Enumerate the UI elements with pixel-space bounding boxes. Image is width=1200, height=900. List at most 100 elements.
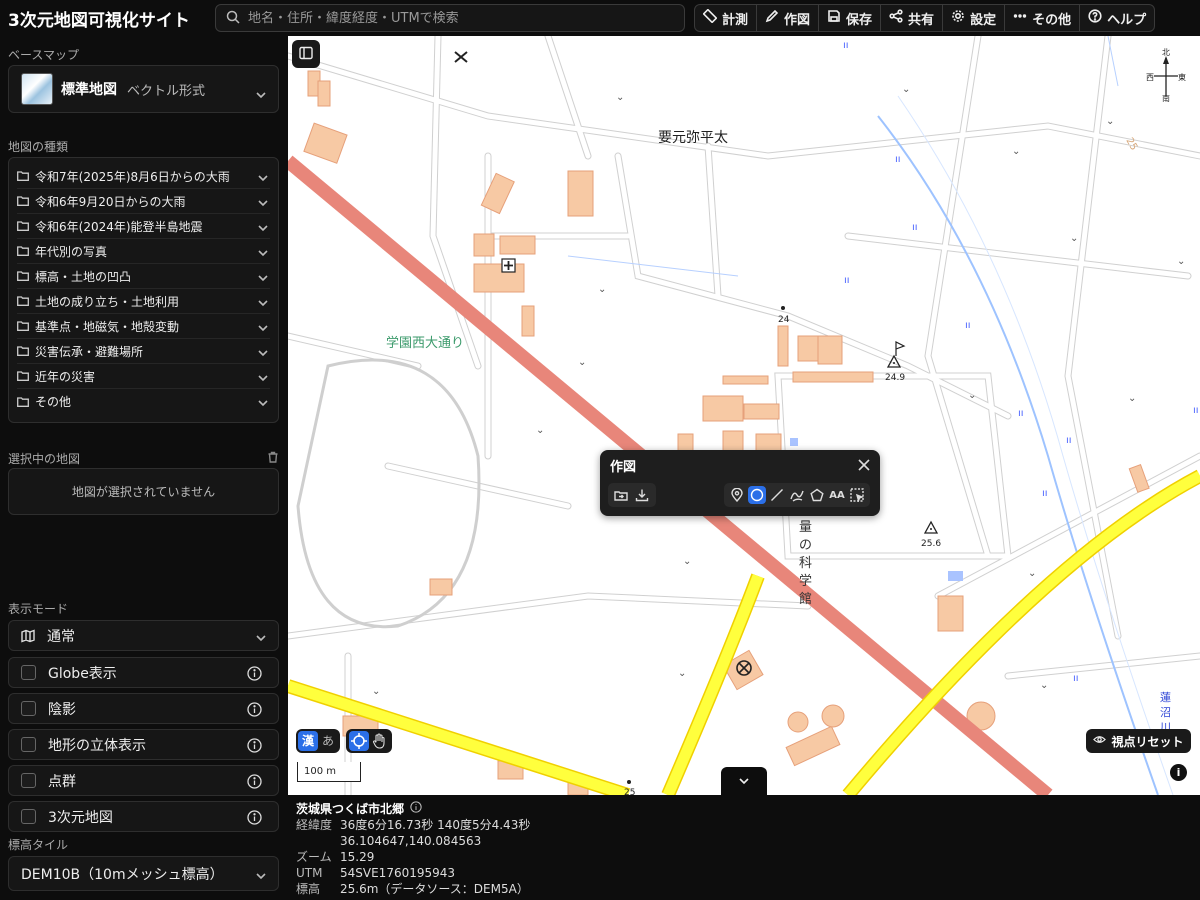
info-icon[interactable] [247,738,262,753]
map-type-item[interactable]: 令和7年(2025年)8月6日からの大雨 [17,164,270,189]
svg-text:ıı: ıı [895,154,901,165]
map-types-section-label: 地図の種類 [8,140,69,154]
pencil-icon [765,9,779,27]
info-icon[interactable] [410,801,422,816]
chevron-down-icon [258,272,268,282]
toolbar: 計測 作図 保存 共有 設定 その他 ヘルプ [694,4,1156,32]
top-bar: 3次元地図可視化サイト 計測 作図 保存 共有 [0,0,1200,36]
marker-icon[interactable] [728,486,746,504]
close-icon[interactable] [858,456,870,471]
info-icon[interactable] [247,666,262,681]
download-icon[interactable] [633,486,651,504]
map-type-item[interactable]: 土地の成り立ち・土地利用 [17,289,270,314]
svg-text:⌄: ⌄ [678,668,686,679]
polygon-icon[interactable] [808,486,826,504]
info-icon[interactable] [247,810,262,825]
compass-west: 西 [1146,73,1154,82]
measure-label: 計測 [722,12,749,28]
info-value[interactable]: 36度6分16.73秒 140度5分4.43秒 [340,817,530,833]
toggle-pointcloud[interactable]: 点群 [8,765,279,796]
reset-view-button[interactable]: 視点リセット [1086,729,1191,753]
map-type-label: 令和7年(2025年)8月6日からの大雨 [35,169,230,184]
help-button[interactable]: ヘルプ [1080,5,1154,31]
terrain-checkbox[interactable] [21,737,36,752]
sidebar-panel-icon [299,45,313,64]
more-button[interactable]: その他 [1005,5,1081,31]
svg-text:沼: 沼 [1160,705,1171,719]
svg-text:量: 量 [799,520,812,535]
map-type-item[interactable]: 近年の災害 [17,364,270,389]
info-key: 標高 [296,882,321,896]
kana-label-button[interactable]: あ [318,731,338,751]
svg-text:⌄: ⌄ [1177,256,1185,267]
toggle-hillshade[interactable]: 陰影 [8,693,279,724]
draw-button[interactable]: 作図 [757,5,820,31]
svg-text:ıı: ıı [844,275,850,286]
info-row-utm: UTM 54SVE1760195943 [296,865,1192,881]
map-type-item[interactable]: その他 [17,389,270,414]
compass-east: 東 [1178,72,1186,82]
circle-icon[interactable] [748,486,766,504]
search-box[interactable] [215,4,685,32]
hand-icon[interactable] [369,731,389,751]
info-value[interactable]: 36.104647,140.084563 [340,833,481,849]
toggle-globe[interactable]: Globe表示 [8,657,279,688]
chevron-down-icon [258,372,268,382]
toggle-3d-map[interactable]: 3次元地図 [8,801,279,832]
map-type-label: 近年の災害 [35,369,96,384]
import-icon[interactable] [612,486,630,504]
svg-text:科: 科 [799,556,812,571]
basemap-selector[interactable]: 標準地図 ベクトル形式 [8,65,279,113]
chevron-down-icon [258,222,268,232]
elevation-tile-value: DEM10B（10mメッシュ標高） [21,866,224,883]
map-type-item[interactable]: 災害伝承・避難場所 [17,339,270,364]
map-type-item[interactable]: 令和6年(2024年)能登半島地震 [17,214,270,239]
info-key [296,833,340,849]
gear-icon [951,9,965,27]
draw-panel: 作図 AA [600,450,880,516]
map-type-item[interactable]: 令和6年9月20日からの大雨 [17,189,270,214]
chevron-down-icon [258,322,268,332]
share-button[interactable]: 共有 [881,5,944,31]
map-type-item[interactable]: 基準点・地磁気・地殻変動 [17,314,270,339]
map-canvas[interactable]: ⌄ ⌄ ⌄ ⌄ ⌄ ⌄ ⌄ ⌄ ⌄ ⌄ ⌄ ⌄ ⌄ ⌄ ⌄ ⌄ ıı ıı ıı ıı ıı ıı ıı ıı… [288,36,1200,795]
info-icon[interactable] [247,702,262,717]
line-icon[interactable] [768,486,786,504]
kanji-label-button[interactable]: 漢 [298,731,318,751]
attribution-info-icon[interactable]: i [1170,764,1187,781]
svg-text:⌄: ⌄ [1040,680,1048,691]
select-icon[interactable] [848,486,866,504]
save-button[interactable]: 保存 [819,5,882,31]
toggle-label: 3次元地図 [48,809,113,826]
folder-icon [17,396,29,407]
measure-button[interactable]: 計測 [695,5,758,31]
trash-icon[interactable] [267,448,279,463]
benchmark-label: 24.9 [885,373,905,383]
site-title[interactable]: 3次元地図可視化サイト [0,6,214,31]
location-name: 茨城県つくば市北郷 [296,802,405,816]
basemap-section-label: ベースマップ [8,48,80,62]
pointcloud-checkbox[interactable] [21,773,36,788]
hillshade-checkbox[interactable] [21,701,36,716]
info-icon[interactable] [247,774,262,789]
chevron-down-icon [258,172,268,182]
collapse-info-button[interactable] [721,767,767,795]
settings-button[interactable]: 設定 [943,5,1006,31]
toggle-terrain-3d[interactable]: 地形の立体表示 [8,729,279,760]
text-icon[interactable]: AA [828,486,846,504]
map-type-item[interactable]: 年代別の写真 [17,239,270,264]
crosshair-icon[interactable] [349,731,369,751]
chevron-down-icon [258,247,268,257]
search-input[interactable] [248,10,668,26]
3d-map-checkbox[interactable] [21,809,36,824]
svg-text:⌄: ⌄ [1128,393,1136,404]
freehand-icon[interactable] [788,486,806,504]
draw-panel-title: 作図 [610,460,637,475]
info-value[interactable]: 54SVE1760195943 [340,865,455,881]
map-type-item[interactable]: 標高・土地の凹凸 [17,264,270,289]
elevation-tile-select[interactable]: DEM10B（10mメッシュ標高） [8,856,279,891]
globe-checkbox[interactable] [21,665,36,680]
display-mode-select[interactable]: 通常 [8,620,279,651]
label-script-toggle[interactable]: 漢 あ [296,729,340,753]
sidebar-toggle-button[interactable] [292,40,320,68]
